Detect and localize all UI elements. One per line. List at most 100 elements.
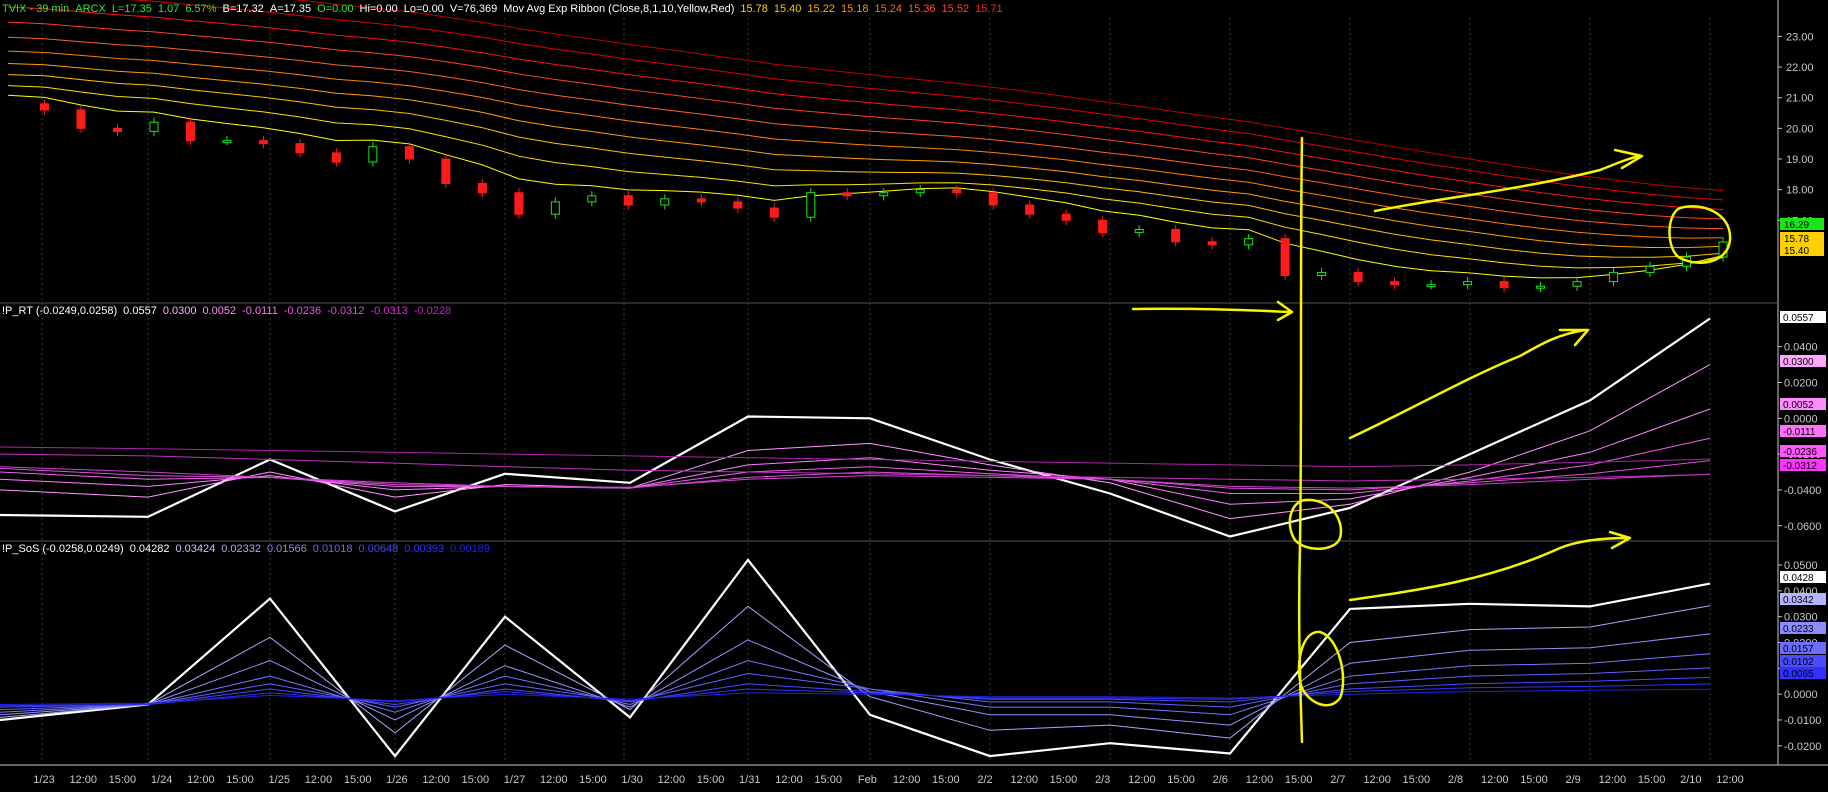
y-tick-label: 21.00 — [1786, 93, 1814, 105]
high-price: Hi=0.00 — [359, 3, 398, 15]
x-tick-label: 1/26 — [386, 774, 407, 786]
y-tick-label: 0.0200 — [1784, 377, 1818, 389]
candle-body — [331, 152, 341, 163]
y-tick-label: 0.0000 — [1784, 689, 1818, 701]
rt-value: 0.0557 — [123, 305, 157, 317]
candle-body — [842, 192, 852, 197]
x-tick-label: 1/31 — [739, 774, 760, 786]
x-tick-label: Feb — [858, 774, 877, 786]
sos-value-label: 0.0157 — [1783, 644, 1814, 655]
x-tick-label: 15:00 — [226, 774, 254, 786]
rt-value: -0.0313 — [370, 305, 408, 317]
symbol-label: TVIX - 39 min — [2, 3, 70, 15]
x-tick-label: 15:00 — [1050, 774, 1078, 786]
sos-study-name: !P_SoS (-0.0258,0.0249) — [2, 543, 124, 555]
rt-study-name: !P_RT (-0.0249,0.0258) — [2, 305, 118, 317]
candle-body — [879, 192, 889, 197]
price-panel-header: TVIX - 39 min ARCX L=17.35 1.07 6.57% B=17.32… — [2, 3, 1009, 15]
candle-body — [1280, 238, 1290, 276]
x-tick-label: 1/30 — [621, 774, 642, 786]
x-tick-label: 2/7 — [1330, 774, 1345, 786]
candle-body — [1317, 271, 1327, 276]
x-tick-label: 15:00 — [697, 774, 725, 786]
candle-body — [1609, 271, 1619, 283]
candle-body — [1134, 229, 1144, 234]
candle-body — [441, 158, 451, 185]
x-tick-label: 15:00 — [1403, 774, 1431, 786]
y-tick-label: 18.00 — [1786, 185, 1814, 197]
sos-value: 0.00393 — [404, 543, 445, 555]
rt-value-label: 0.0557 — [1783, 313, 1814, 324]
x-tick-label: 15:00 — [1520, 774, 1548, 786]
y-tick-label: 20.00 — [1786, 123, 1814, 135]
candle-body — [404, 146, 414, 160]
x-tick-label: 2/9 — [1566, 774, 1581, 786]
sos-value: 0.04282 — [129, 543, 170, 555]
candle-body — [185, 121, 195, 142]
candle-body — [477, 183, 487, 194]
sos-value-label: 0.0342 — [1783, 595, 1814, 606]
y-tick-label: -0.0600 — [1784, 521, 1821, 533]
candle-body — [1207, 241, 1217, 246]
x-tick-label: 1/23 — [33, 774, 54, 786]
candle-body — [587, 195, 597, 203]
candle-body — [39, 103, 49, 111]
y-tick-label: 0.0300 — [1784, 612, 1818, 624]
candle-body — [149, 121, 159, 132]
rt-value: -0.0236 — [283, 305, 322, 317]
x-tick-label: 12:00 — [422, 774, 450, 786]
candle-body — [1061, 213, 1071, 221]
ribbon-value: 15.71 — [975, 3, 1003, 15]
x-tick-label: 12:00 — [1481, 774, 1509, 786]
exchange-label: ARCX — [75, 3, 106, 15]
chart-svg: 23.0022.0021.0020.0019.0018.0017.0016.29… — [0, 0, 1828, 792]
y-tick-label: 22.00 — [1786, 62, 1814, 74]
rt-value: 0.0052 — [202, 305, 237, 317]
y-tick-label: 0.0000 — [1784, 413, 1818, 425]
study-name: Mov Avg Exp Ribbon (Close,8,1,10,Yellow,… — [503, 3, 735, 15]
candle-body — [988, 192, 998, 206]
sos-value: 0.02332 — [221, 543, 261, 555]
y-tick-label: 23.00 — [1786, 31, 1814, 43]
rt-panel-header: !P_RT (-0.0249,0.0258) 0.0557 0.0300 0.0052… — [2, 305, 457, 317]
candle-body — [806, 192, 816, 218]
candle-body — [1098, 219, 1108, 234]
candle-body — [368, 146, 378, 163]
x-tick-label: 15:00 — [1167, 774, 1195, 786]
ask-price: A=17.35 — [269, 3, 312, 15]
last-price: L=17.35 — [111, 3, 152, 15]
candle-body — [1171, 229, 1181, 243]
candle-body — [733, 201, 743, 209]
x-tick-label: 12:00 — [305, 774, 333, 786]
x-tick-label: 15:00 — [344, 774, 372, 786]
x-tick-label: 1/27 — [504, 774, 525, 786]
x-tick-label: 12:00 — [69, 774, 97, 786]
ribbon-value: 15.18 — [840, 3, 869, 15]
x-tick-label: 12:00 — [540, 774, 568, 786]
candle-body — [514, 192, 524, 215]
candle-body — [1390, 281, 1400, 286]
candle-body — [1463, 281, 1473, 286]
bid-price: B=17.32 — [222, 3, 264, 15]
ribbon-value: 15.78 — [740, 3, 768, 15]
x-tick-label: 15:00 — [814, 774, 842, 786]
y-tick-label: 0.0400 — [1784, 342, 1818, 354]
rt-value: -0.0228 — [413, 305, 452, 317]
chart-background — [0, 0, 1828, 792]
x-tick-label: 15:00 — [579, 774, 607, 786]
x-tick-label: 2/2 — [977, 774, 992, 786]
price-label: 15.40 — [1784, 246, 1809, 257]
rt-value: 0.0300 — [162, 305, 197, 317]
candle-body — [295, 143, 305, 154]
x-tick-label: 12:00 — [187, 774, 215, 786]
candle-body — [222, 140, 232, 144]
pct-change: 6.57% — [185, 3, 217, 15]
candle-body — [915, 189, 925, 194]
x-tick-label: 12:00 — [893, 774, 921, 786]
candle-body — [112, 127, 122, 132]
open-price: O=0.00 — [317, 3, 354, 15]
sos-value: 0.00648 — [358, 543, 399, 555]
x-tick-label: 2/10 — [1680, 774, 1701, 786]
y-tick-label: -0.0100 — [1784, 715, 1821, 727]
candle-body — [1536, 285, 1546, 289]
